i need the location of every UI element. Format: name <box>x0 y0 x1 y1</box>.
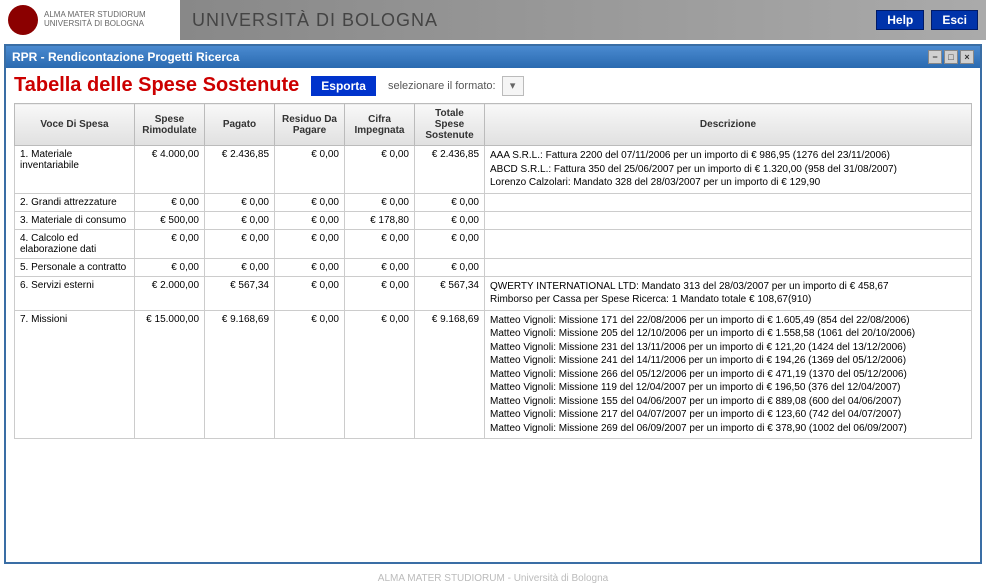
close-icon[interactable]: × <box>960 50 974 64</box>
cell-pagato: € 0,00 <box>205 193 275 211</box>
cell-rimodulate: € 0,00 <box>135 193 205 211</box>
logo-text: ALMA MATER STUDIORUM UNIVERSITÀ DI BOLOG… <box>44 11 146 29</box>
cell-impegnata: € 0,00 <box>345 229 415 258</box>
cell-residuo: € 0,00 <box>275 258 345 276</box>
cell-descrizione: QWERTY INTERNATIONAL LTD: Mandato 313 de… <box>485 276 972 310</box>
format-select[interactable]: ▾ <box>502 76 524 96</box>
cell-totale: € 0,00 <box>415 258 485 276</box>
cell-impegnata: € 0,00 <box>345 276 415 310</box>
university-name: UNIVERSITÀ DI BOLOGNA <box>192 10 438 31</box>
cell-residuo: € 0,00 <box>275 146 345 194</box>
cell-impegnata: € 0,00 <box>345 146 415 194</box>
table-row: 5. Personale a contratto€ 0,00€ 0,00€ 0,… <box>15 258 972 276</box>
cell-rimodulate: € 500,00 <box>135 211 205 229</box>
table-row: 3. Materiale di consumo€ 500,00€ 0,00€ 0… <box>15 211 972 229</box>
table-row: 4. Calcolo ed elaborazione dati€ 0,00€ 0… <box>15 229 972 258</box>
title-bar: RPR - Rendicontazione Progetti Ricerca −… <box>6 46 980 68</box>
content-area: Tabella delle Spese Sostenute Esporta se… <box>6 68 980 562</box>
cell-impegnata: € 178,80 <box>345 211 415 229</box>
cell-voce: 1. Materiale inventariabile <box>15 146 135 194</box>
cell-residuo: € 0,00 <box>275 211 345 229</box>
cell-impegnata: € 0,00 <box>345 193 415 211</box>
cell-impegnata: € 0,00 <box>345 258 415 276</box>
th-pagato: Pagato <box>205 104 275 146</box>
exit-button[interactable]: Esci <box>931 10 978 30</box>
minimize-icon[interactable]: − <box>928 50 942 64</box>
th-rimodulate: Spese Rimodulate <box>135 104 205 146</box>
cell-pagato: € 2.436,85 <box>205 146 275 194</box>
cell-residuo: € 0,00 <box>275 276 345 310</box>
cell-descrizione <box>485 193 972 211</box>
cell-pagato: € 9.168,69 <box>205 310 275 439</box>
table-row: 2. Grandi attrezzature€ 0,00€ 0,00€ 0,00… <box>15 193 972 211</box>
cell-rimodulate: € 15.000,00 <box>135 310 205 439</box>
top-banner: ALMA MATER STUDIORUM UNIVERSITÀ DI BOLOG… <box>0 0 986 40</box>
cell-impegnata: € 0,00 <box>345 310 415 439</box>
cell-residuo: € 0,00 <box>275 310 345 439</box>
table-row: 6. Servizi esterni€ 2.000,00€ 567,34€ 0,… <box>15 276 972 310</box>
cell-rimodulate: € 4.000,00 <box>135 146 205 194</box>
cell-descrizione: AAA S.R.L.: Fattura 2200 del 07/11/2006 … <box>485 146 972 194</box>
cell-rimodulate: € 0,00 <box>135 229 205 258</box>
th-residuo: Residuo Da Pagare <box>275 104 345 146</box>
th-descrizione: Descrizione <box>485 104 972 146</box>
cell-pagato: € 0,00 <box>205 258 275 276</box>
cell-totale: € 2.436,85 <box>415 146 485 194</box>
cell-descrizione <box>485 211 972 229</box>
cell-residuo: € 0,00 <box>275 193 345 211</box>
cell-descrizione <box>485 229 972 258</box>
top-buttons: Help Esci <box>872 10 978 30</box>
cell-totale: € 0,00 <box>415 211 485 229</box>
cell-voce: 7. Missioni <box>15 310 135 439</box>
table-header-row: Voce Di Spesa Spese Rimodulate Pagato Re… <box>15 104 972 146</box>
table-row: 7. Missioni€ 15.000,00€ 9.168,69€ 0,00€ … <box>15 310 972 439</box>
table-row: 1. Materiale inventariabile€ 4.000,00€ 2… <box>15 146 972 194</box>
cell-voce: 2. Grandi attrezzature <box>15 193 135 211</box>
help-button[interactable]: Help <box>876 10 924 30</box>
cell-descrizione: Matteo Vignoli: Missione 171 del 22/08/2… <box>485 310 972 439</box>
cell-voce: 5. Personale a contratto <box>15 258 135 276</box>
expenses-table: Voce Di Spesa Spese Rimodulate Pagato Re… <box>14 103 972 439</box>
th-totale: Totale Spese Sostenute <box>415 104 485 146</box>
cell-rimodulate: € 2.000,00 <box>135 276 205 310</box>
th-impegnata: Cifra Impegnata <box>345 104 415 146</box>
export-button[interactable]: Esporta <box>311 76 376 96</box>
cell-residuo: € 0,00 <box>275 229 345 258</box>
footer: ALMA MATER STUDIORUM - Università di Bol… <box>0 571 986 586</box>
logo-area: ALMA MATER STUDIORUM UNIVERSITÀ DI BOLOG… <box>0 0 180 40</box>
maximize-icon[interactable]: □ <box>944 50 958 64</box>
cell-totale: € 567,34 <box>415 276 485 310</box>
th-voce: Voce Di Spesa <box>15 104 135 146</box>
format-label: selezionare il formato: <box>388 80 496 92</box>
cell-rimodulate: € 0,00 <box>135 258 205 276</box>
cell-voce: 4. Calcolo ed elaborazione dati <box>15 229 135 258</box>
logo-seal <box>8 5 38 35</box>
cell-voce: 3. Materiale di consumo <box>15 211 135 229</box>
logo-line2: UNIVERSITÀ DI BOLOGNA <box>44 20 146 29</box>
cell-totale: € 0,00 <box>415 229 485 258</box>
cell-pagato: € 0,00 <box>205 229 275 258</box>
cell-pagato: € 0,00 <box>205 211 275 229</box>
page-title: Tabella delle Spese Sostenute <box>14 74 299 97</box>
cell-totale: € 0,00 <box>415 193 485 211</box>
page-header: Tabella delle Spese Sostenute Esporta se… <box>14 74 972 97</box>
window-frame: RPR - Rendicontazione Progetti Ricerca −… <box>4 44 982 564</box>
window-title: RPR - Rendicontazione Progetti Ricerca <box>12 50 926 64</box>
cell-descrizione <box>485 258 972 276</box>
cell-pagato: € 567,34 <box>205 276 275 310</box>
cell-totale: € 9.168,69 <box>415 310 485 439</box>
cell-voce: 6. Servizi esterni <box>15 276 135 310</box>
